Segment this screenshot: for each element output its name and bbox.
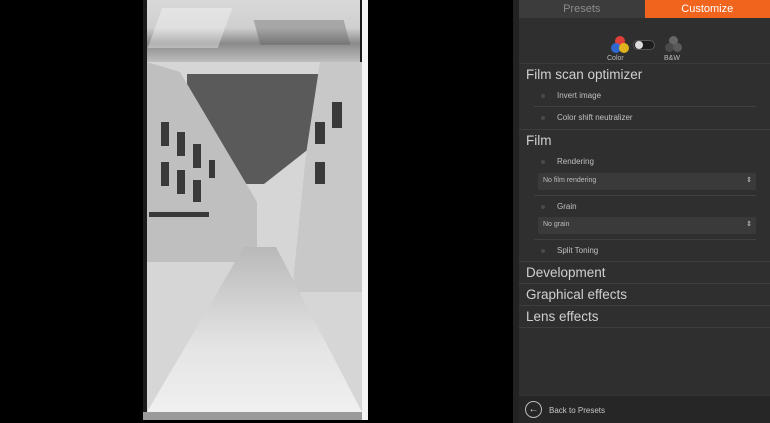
image-canvas[interactable] [0,0,513,423]
tab-presets[interactable]: Presets [519,0,645,18]
color-mode-row: Color B&W [519,18,770,64]
rgb-circles-icon[interactable] [611,36,629,54]
bw-mode-label: B&W [664,55,680,62]
toggle-dot-icon[interactable] [541,205,545,209]
section-title[interactable]: Graphical effects [519,284,770,305]
toggle-dot-icon[interactable] [541,249,545,253]
section-graphical-effects: Graphical effects [519,284,770,306]
film-negative-image [143,0,368,420]
panel-tabs: Presets Customize [519,0,770,18]
section-lens-effects: Lens effects [519,306,770,328]
select-value: No film rendering [543,177,597,184]
option-label: Grain [557,202,577,211]
select-arrows-icon: ⇕ [746,177,752,184]
toggle-dot-icon[interactable] [541,160,545,164]
option-invert-image[interactable]: Invert image [534,85,756,107]
option-label: Split Toning [557,246,599,255]
section-development: Development [519,262,770,284]
color-mode-label: Color [607,55,624,62]
tab-customize[interactable]: Customize [644,0,770,18]
section-film-scan-optimizer: Film scan optimizer Invert image Color s… [519,64,770,130]
film-frame-top [147,0,360,62]
option-split-toning[interactable]: Split Toning [534,239,756,261]
color-bw-toggle[interactable] [633,40,655,50]
settings-panel: Presets Customize Color B&W Film scan op… [513,0,770,423]
select-value: No grain [543,221,570,228]
section-film: Film Rendering No film rendering ⇕ Grain… [519,130,770,262]
grey-circles-icon[interactable] [665,36,683,54]
option-label: Rendering [557,157,594,166]
option-rendering[interactable]: Rendering [534,151,756,173]
option-color-shift-neutralizer[interactable]: Color shift neutralizer [534,107,756,129]
option-label: Color shift neutralizer [557,113,633,122]
toggle-dot-icon[interactable] [541,94,545,98]
panel-footer: ← Back to Presets [519,395,770,423]
section-title[interactable]: Development [519,262,770,283]
toggle-dot-icon[interactable] [541,116,545,120]
option-label: Invert image [557,91,602,100]
rendering-select[interactable]: No film rendering ⇕ [538,173,756,190]
section-title[interactable]: Lens effects [519,306,770,327]
grain-select[interactable]: No grain ⇕ [538,217,756,234]
option-grain[interactable]: Grain [534,195,756,217]
back-to-presets-link[interactable]: Back to Presets [549,406,605,415]
select-arrows-icon: ⇕ [746,221,752,228]
film-frame-street [147,62,362,412]
section-title[interactable]: Film scan optimizer [519,64,770,85]
section-title[interactable]: Film [519,130,770,151]
back-arrow-icon[interactable]: ← [525,401,542,418]
